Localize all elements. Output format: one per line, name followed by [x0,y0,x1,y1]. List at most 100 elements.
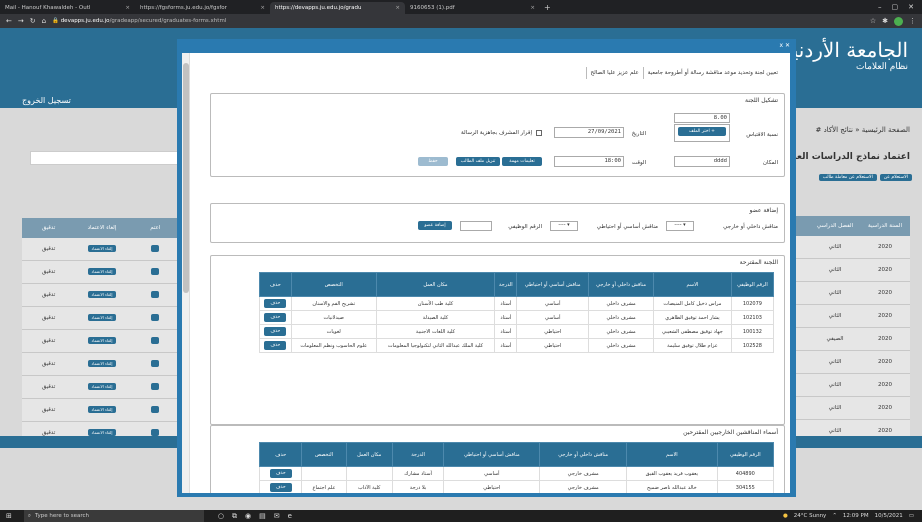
date-field[interactable]: 27/09/2021 [554,127,624,138]
table-cell: حذف [259,310,292,325]
table-cell: مشرف داخلي [588,338,655,353]
audit-link[interactable]: تدقيق [22,407,75,413]
audit-link[interactable]: تدقيق [22,384,75,390]
approve-button[interactable] [151,337,160,344]
weather-text[interactable]: 24°C Sunny [794,513,827,519]
query-button[interactable]: الاستعلام عن [879,174,912,181]
approve-button[interactable] [151,268,160,275]
select-value: ---- [558,222,566,228]
tab-label: https://devapps.ju.edu.jo/gradu [275,5,362,11]
approve-button[interactable] [151,360,160,367]
student-query-button[interactable]: الاستعلام عن معاملة طالب [818,174,877,181]
internal-external-select[interactable]: ---- ▾ [666,221,694,231]
network-icon[interactable]: ⌃ [832,513,837,519]
star-icon[interactable]: ☆ [870,17,876,25]
table-cell: تشريح الفم والاسنان [290,296,377,311]
cancel-approval-button[interactable]: إلغاء الاعتماد [87,383,117,390]
cancel-approval-button[interactable]: إلغاء الاعتماد [87,337,117,344]
maximize-icon[interactable]: ▢ [892,3,899,11]
table-cell [129,245,182,252]
logout-link[interactable]: تسجيل الخروج [22,96,71,105]
cancel-approval-button[interactable]: إلغاء الاعتماد [87,429,117,436]
approve-button[interactable] [151,314,160,321]
supervisor-approval-checkbox[interactable] [536,130,542,136]
reload-icon[interactable]: ↻ [30,17,36,25]
browser-tab[interactable]: https://fgsforms.ju.edu.jo/fgsfor × [135,2,270,14]
tab-committee-form[interactable]: تعيين لجنة وتحديد موعد مناقشة رسالة أو أ… [642,67,782,79]
audit-link[interactable]: تدقيق [22,292,75,298]
taskbar-search[interactable]: ⌕ Type here to search [23,510,204,522]
browser-tab[interactable]: 9160653 (1).pdf × [405,2,540,14]
tab-student-name[interactable]: علم عزيز عليا الصالح [585,67,643,79]
cancel-approval-button[interactable]: إلغاء الاعتماد [87,268,117,275]
minimize-icon[interactable]: – [878,3,882,11]
cancel-approval-button[interactable]: إلغاء الاعتماد [87,291,117,298]
table-cell: كلية الآداب [345,480,393,493]
notification-icon[interactable]: ▭ [909,513,914,519]
file-box[interactable] [674,124,730,142]
close-tab-icon[interactable]: × [125,5,130,11]
clock-time[interactable]: 12:09 PM [843,513,869,519]
audit-link[interactable]: تدقيق [22,269,75,275]
file-explorer-icon[interactable]: ▤ [259,512,266,521]
table-cell: يعقوب فريد يعقوب القيق [626,466,718,481]
employee-number-field[interactable] [460,221,492,231]
table-cell: 404890 [716,466,775,481]
close-tab-icon[interactable]: × [395,5,400,11]
audit-link[interactable]: تدقيق [22,338,75,344]
back-icon[interactable]: ← [6,17,12,25]
delete-member-button[interactable]: حذف [264,327,287,336]
browser-tab[interactable]: Mail - Hanouf Khawaldeh - Outl × [0,2,135,14]
time-field[interactable]: 18:00 [554,156,624,167]
new-tab-icon[interactable]: + [540,3,555,12]
delete-member-button[interactable]: حذف [269,469,292,478]
menu-icon[interactable]: ⋮ [909,17,916,25]
home-icon[interactable]: ⌂ [42,17,46,25]
profile-avatar[interactable] [894,16,903,26]
cancel-approval-button[interactable]: إلغاء الاعتماد [87,406,117,413]
clock-date[interactable]: 10/5/2021 [875,513,903,519]
audit-link[interactable]: تدقيق [22,315,75,321]
approve-button[interactable] [151,429,160,436]
close-tab-icon[interactable]: × [530,5,535,11]
approve-button[interactable] [151,291,160,298]
delete-member-button[interactable]: حذف [264,341,287,350]
audit-link[interactable]: تدقيق [22,361,75,367]
chrome-icon[interactable]: ◉ [245,512,251,521]
breadcrumb[interactable]: # الصفحة الرئيسية « نتائج الأكاد [815,126,910,134]
audit-link[interactable]: تدقيق [22,246,75,252]
add-member-button[interactable]: إضافة عضو [418,221,452,230]
important-instructions-button[interactable]: تعليمات مهمة [502,157,542,166]
task-view-icon[interactable]: ⧉ [232,512,237,521]
place-field[interactable]: dddd [674,156,730,167]
table-header-row: الرقم الوظيفي الاسم مناقش داخلي أو خارجي من… [258,442,775,467]
bg-search-input[interactable] [30,151,180,165]
url-field[interactable]: 🔒 devapps.ju.edu.jo/gradeapp/secured/gra… [52,18,864,24]
delete-member-button[interactable]: حذف [269,483,292,492]
windows-start-icon[interactable]: ⊞ [0,512,12,520]
delete-member-button[interactable]: حذف [264,299,287,308]
forward-icon[interactable]: → [18,17,24,25]
delete-member-button[interactable]: حذف [264,313,287,322]
dialog-close-button[interactable]: x ✕ [177,39,796,53]
browser-tab-active[interactable]: https://devapps.ju.edu.jo/gradu × [270,2,405,14]
close-tab-icon[interactable]: × [260,5,265,11]
cancel-approval-button[interactable]: إلغاء الاعتماد [87,314,117,321]
approve-button[interactable] [151,383,160,390]
table-cell: إلغاء الاعتماد [75,360,128,367]
edge-icon[interactable]: e [288,512,292,521]
download-student-file-button[interactable]: تنزيل ملف الطالب [456,157,500,166]
cancel-approval-button[interactable]: إلغاء الاعتماد [87,245,117,252]
cortana-icon[interactable]: ○ [218,512,224,521]
approve-button[interactable] [151,406,160,413]
close-window-icon[interactable]: ✕ [908,3,914,11]
outlook-icon[interactable]: ✉ [274,512,280,521]
approve-button[interactable] [151,245,160,252]
cancel-approval-button[interactable]: إلغاء الاعتماد [87,360,117,367]
dialog-scrollbar[interactable] [182,53,190,493]
scroll-thumb[interactable] [183,63,189,293]
primary-reserve-select[interactable]: ---- ▾ [550,221,578,231]
quote-ratio-field[interactable]: 8.00 [674,113,730,123]
extension-icon[interactable]: ✱ [882,17,888,25]
save-button[interactable]: حفظ [418,157,448,166]
